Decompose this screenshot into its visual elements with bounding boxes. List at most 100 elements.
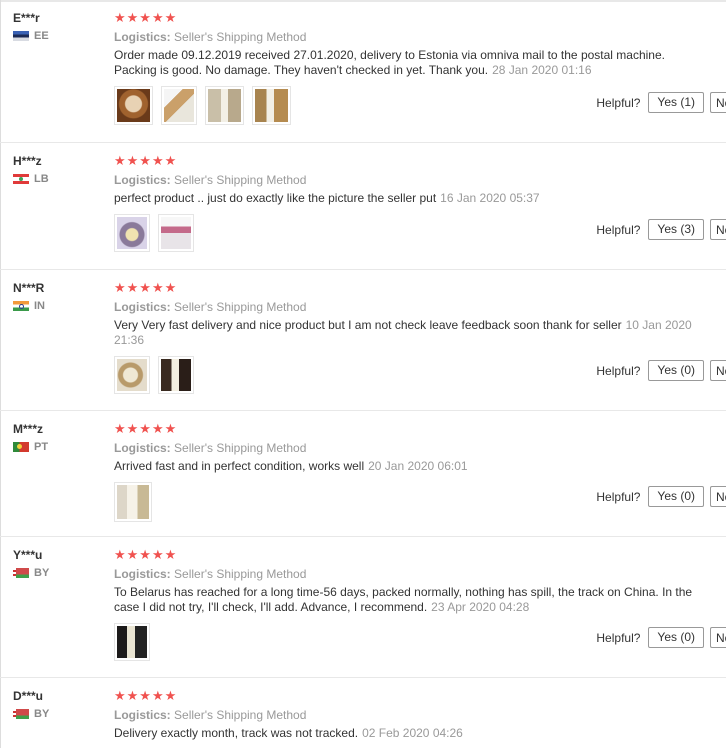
review-item: M***z PT ★★★★★ Logistics: Seller's Shipp…: [0, 411, 726, 537]
country-code: BY: [34, 567, 50, 579]
helpful-label: Helpful?: [596, 630, 641, 645]
reviewer-info: Y***u BY: [13, 547, 49, 579]
review-text: perfect product .. just do exactly like …: [114, 191, 704, 206]
star-rating: ★★★★★: [114, 10, 178, 25]
reviewer-name: Y***u: [13, 548, 43, 562]
reviewer-name: D***u: [13, 689, 44, 703]
reviewer-info: H***z LB: [13, 153, 49, 185]
flag-icon: [13, 568, 29, 578]
helpful-yes-button[interactable]: Yes (0): [648, 627, 704, 648]
reviewer-name: E***r: [13, 11, 40, 25]
logistics-info: Logistics: Seller's Shipping Method: [114, 566, 714, 582]
shipping-method: Seller's Shipping Method: [174, 173, 307, 187]
review-photo[interactable]: [252, 86, 291, 125]
review-item: Y***u BY ★★★★★ Logistics: Seller's Shipp…: [0, 537, 726, 678]
reviewer-name: N***R: [13, 281, 45, 295]
helpful-label: Helpful?: [596, 95, 641, 110]
shipping-method: Seller's Shipping Method: [174, 30, 307, 44]
logistics-label: Logistics:: [114, 300, 171, 314]
logistics-info: Logistics: Seller's Shipping Method: [114, 707, 714, 723]
review-photo[interactable]: [205, 86, 244, 125]
reviewer-info: E***r EE: [13, 10, 49, 42]
helpful-yes-button[interactable]: Yes (0): [648, 486, 704, 507]
review-photo[interactable]: [114, 482, 152, 522]
shipping-method: Seller's Shipping Method: [174, 567, 307, 581]
helpful-vote: Helpful? Yes (0) No: [596, 486, 726, 507]
flag-icon: [13, 301, 29, 311]
helpful-no-button[interactable]: No: [710, 486, 726, 507]
helpful-no-button[interactable]: No: [710, 627, 726, 648]
shipping-method: Seller's Shipping Method: [174, 300, 307, 314]
reviewer-country: PT: [13, 441, 48, 453]
reviewer-country: LB: [13, 173, 49, 185]
helpful-vote: Helpful? Yes (0) No: [596, 360, 726, 381]
review-item: N***R IN ★★★★★ Logistics: Seller's Shipp…: [0, 270, 726, 411]
helpful-yes-button[interactable]: Yes (0): [648, 360, 704, 381]
review-photo[interactable]: [114, 623, 150, 661]
reviewer-name: M***z: [13, 422, 44, 436]
review-text: Arrived fast and in perfect condition, w…: [114, 459, 704, 474]
logistics-info: Logistics: Seller's Shipping Method: [114, 299, 714, 315]
review-content: ★★★★★ Logistics: Seller's Shipping Metho…: [114, 688, 714, 741]
country-code: PT: [34, 441, 49, 453]
shipping-method: Seller's Shipping Method: [174, 441, 307, 455]
review-date: 23 Apr 2020 04:28: [431, 600, 530, 614]
review-body: Arrived fast and in perfect condition, w…: [114, 459, 365, 473]
reviewer-country: BY: [13, 708, 49, 720]
review-body: To Belarus has reached for a long time-5…: [114, 585, 693, 614]
review-date: 28 Jan 2020 01:16: [492, 63, 592, 77]
review-photo[interactable]: [158, 356, 194, 394]
helpful-vote: Helpful? Yes (0) No: [596, 627, 726, 648]
flag-icon: [13, 442, 29, 452]
helpful-yes-button[interactable]: Yes (3): [648, 219, 704, 240]
reviewer-info: N***R IN: [13, 280, 45, 312]
flag-icon: [13, 174, 29, 184]
review-date: 20 Jan 2020 06:01: [368, 459, 468, 473]
flag-icon: [13, 709, 29, 719]
review-item: E***r EE ★★★★★ Logistics: Seller's Shipp…: [0, 0, 726, 143]
review-body: perfect product .. just do exactly like …: [114, 191, 437, 205]
helpful-vote: Helpful? Yes (3) No: [596, 219, 726, 240]
logistics-label: Logistics:: [114, 567, 171, 581]
review-body: Very Very fast delivery and nice product…: [114, 318, 622, 332]
reviewer-info: M***z PT: [13, 421, 48, 453]
reviewer-name: H***z: [13, 154, 42, 168]
review-text: Order made 09.12.2019 received 27.01.202…: [114, 48, 704, 78]
helpful-vote: Helpful? Yes (1) No: [596, 92, 726, 113]
star-rating: ★★★★★: [114, 688, 178, 703]
star-rating: ★★★★★: [114, 153, 178, 168]
country-code: LB: [34, 173, 49, 185]
logistics-info: Logistics: Seller's Shipping Method: [114, 440, 714, 456]
logistics-label: Logistics:: [114, 441, 171, 455]
logistics-label: Logistics:: [114, 30, 171, 44]
helpful-label: Helpful?: [596, 363, 641, 378]
review-photo[interactable]: [158, 214, 194, 252]
review-text: Very Very fast delivery and nice product…: [114, 318, 704, 348]
shipping-method: Seller's Shipping Method: [174, 708, 307, 722]
reviewer-country: IN: [13, 300, 45, 312]
star-rating: ★★★★★: [114, 547, 178, 562]
helpful-no-button[interactable]: No: [710, 219, 726, 240]
review-date: 16 Jan 2020 05:37: [440, 191, 540, 205]
country-code: IN: [34, 300, 45, 312]
flag-icon: [13, 31, 29, 41]
reviewer-info: D***u BY: [13, 688, 49, 720]
helpful-yes-button[interactable]: Yes (1): [648, 92, 704, 113]
review-photo[interactable]: [161, 86, 197, 125]
logistics-label: Logistics:: [114, 173, 171, 187]
helpful-no-button[interactable]: No: [710, 92, 726, 113]
star-rating: ★★★★★: [114, 421, 178, 436]
country-code: BY: [34, 708, 50, 720]
review-photo[interactable]: [114, 86, 153, 125]
helpful-label: Helpful?: [596, 489, 641, 504]
logistics-info: Logistics: Seller's Shipping Method: [114, 29, 714, 45]
star-rating: ★★★★★: [114, 280, 178, 295]
review-photo[interactable]: [114, 214, 150, 252]
helpful-no-button[interactable]: No: [710, 360, 726, 381]
review-photo[interactable]: [114, 356, 150, 394]
helpful-label: Helpful?: [596, 222, 641, 237]
country-code: EE: [34, 30, 49, 42]
review-text: Delivery exactly month, track was not tr…: [114, 726, 704, 741]
review-item: H***z LB ★★★★★ Logistics: Seller's Shipp…: [0, 143, 726, 270]
logistics-label: Logistics:: [114, 708, 171, 722]
